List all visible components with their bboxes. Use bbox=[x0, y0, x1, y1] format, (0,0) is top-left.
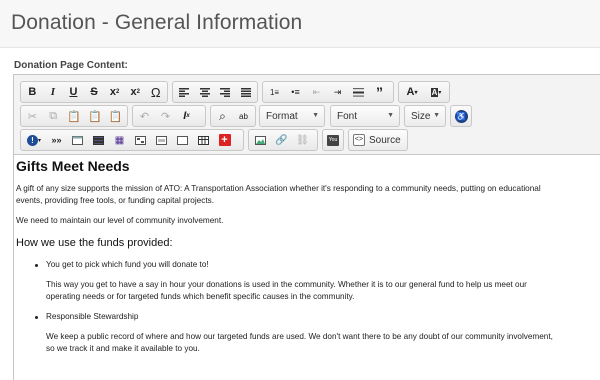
form-icon[interactable] bbox=[130, 130, 151, 150]
source-button[interactable]: <> Source bbox=[348, 129, 408, 151]
info-dropdown-icon[interactable]: ! ▾ bbox=[22, 130, 46, 150]
chevron-down-icon: ▼ bbox=[387, 112, 394, 119]
list-item-body-line2: so we track it and make it available to … bbox=[46, 344, 200, 353]
subscript-icon[interactable]: x2 bbox=[104, 82, 125, 102]
table-icon[interactable] bbox=[193, 130, 214, 150]
find-group: ⌕ ab bbox=[210, 105, 256, 127]
format-dropdown[interactable]: Format ▼ bbox=[259, 105, 325, 127]
undo-group: ↶ ↷ Ix bbox=[132, 105, 206, 127]
align-left-icon[interactable] bbox=[174, 82, 195, 102]
superscript-icon[interactable]: x2 bbox=[125, 82, 146, 102]
list-item-body-line2: operating needs or for targeted funds wh… bbox=[46, 292, 355, 301]
size-dropdown-label: Size bbox=[411, 110, 431, 122]
color-group: A ▾ A ▾ bbox=[398, 81, 450, 103]
page-icon[interactable] bbox=[172, 130, 193, 150]
redo-icon[interactable]: ↷ bbox=[155, 106, 176, 126]
image-icon[interactable] bbox=[250, 130, 271, 150]
remove-format-icon[interactable]: Ix bbox=[176, 106, 197, 126]
list-bullet bbox=[35, 264, 38, 267]
strikethrough-icon[interactable]: S bbox=[84, 82, 105, 102]
list-bullet bbox=[35, 316, 38, 319]
basic-styles-group: B I U S x2 x2 Ω bbox=[20, 81, 168, 103]
rich-text-editor[interactable]: B I U S x2 x2 Ω 1≡ •≡ ⇤ ⇥ ” A ▾ A ▾ ✂ ⧉ … bbox=[13, 74, 600, 380]
accessibility-group: ♿ bbox=[450, 105, 472, 127]
text-color-icon[interactable]: A ▾ bbox=[400, 82, 424, 102]
paste-text-icon[interactable]: 📋 bbox=[84, 106, 105, 126]
page-title: Donation - General Information bbox=[11, 11, 303, 34]
font-dropdown-label: Font bbox=[337, 110, 358, 122]
list-group: 1≡ •≡ ⇤ ⇥ ” bbox=[262, 81, 394, 103]
align-center-icon[interactable] bbox=[195, 82, 216, 102]
list-item-title: You get to pick which fund you will dona… bbox=[46, 260, 209, 269]
size-dropdown[interactable]: Size ▼ bbox=[404, 105, 446, 127]
link-icon[interactable]: 🔗 bbox=[271, 130, 292, 150]
cut-icon[interactable]: ✂ bbox=[22, 106, 43, 126]
intro-text-line1: A gift of any size supports the mission … bbox=[16, 184, 541, 193]
list-item-title: Responsible Stewardship bbox=[46, 312, 139, 321]
involvement-text: We need to maintain our level of communi… bbox=[16, 216, 224, 225]
alignment-group bbox=[172, 81, 258, 103]
media-group: 🔗 ⛓ bbox=[248, 129, 318, 151]
iframe-icon[interactable] bbox=[67, 130, 88, 150]
grid-icon[interactable]: ▦ bbox=[109, 130, 130, 150]
list-item-body-line1: This way you get to have a say in hour y… bbox=[46, 280, 527, 289]
youtube-group: You bbox=[322, 129, 344, 151]
replace-icon[interactable]: ab bbox=[233, 106, 254, 126]
intro-text-line2: events, providing free tools, or funding… bbox=[16, 196, 214, 205]
show-blocks-icon[interactable]: »» bbox=[46, 130, 67, 150]
template-icon[interactable] bbox=[88, 130, 109, 150]
indent-icon[interactable]: ⇥ bbox=[327, 82, 348, 102]
paste-word-icon[interactable]: 📋 bbox=[105, 106, 126, 126]
page-header: Donation - General Information bbox=[0, 0, 600, 48]
content-subheading: How we use the funds provided: bbox=[16, 237, 173, 249]
plus-icon[interactable]: + bbox=[214, 130, 235, 150]
align-right-icon[interactable] bbox=[215, 82, 236, 102]
font-dropdown[interactable]: Font ▼ bbox=[330, 105, 400, 127]
blockquote-icon[interactable]: ” bbox=[369, 82, 390, 102]
source-code-icon: <> bbox=[353, 134, 365, 146]
content-heading: Gifts Meet Needs bbox=[16, 158, 130, 174]
field-label: Donation Page Content: bbox=[14, 60, 128, 71]
special-char-icon[interactable]: Ω bbox=[145, 82, 166, 102]
justify-icon[interactable] bbox=[236, 82, 257, 102]
accessibility-checker-icon[interactable]: ♿ bbox=[452, 106, 470, 126]
italic-icon[interactable]: I bbox=[43, 82, 64, 102]
numbered-list-icon[interactable]: 1≡ bbox=[264, 82, 285, 102]
outdent-icon[interactable]: ⇤ bbox=[306, 82, 327, 102]
unlink-icon[interactable]: ⛓ bbox=[292, 130, 313, 150]
find-icon[interactable]: ⌕ bbox=[212, 106, 233, 126]
div-container-icon[interactable] bbox=[151, 130, 172, 150]
bulleted-list-icon[interactable]: •≡ bbox=[285, 82, 306, 102]
list-item-body-line1: We keep a public record of where and how… bbox=[46, 332, 553, 341]
bold-icon[interactable]: B bbox=[22, 82, 43, 102]
horizontal-rule-icon[interactable] bbox=[348, 82, 369, 102]
underline-icon[interactable]: U bbox=[63, 82, 84, 102]
clipboard-group: ✂ ⧉ 📋 📋 📋 bbox=[20, 105, 128, 127]
source-button-label: Source bbox=[369, 134, 401, 146]
video-icon[interactable]: You bbox=[324, 130, 342, 150]
paste-icon[interactable]: 📋 bbox=[64, 106, 85, 126]
copy-icon[interactable]: ⧉ bbox=[43, 106, 64, 126]
editor-toolbar: B I U S x2 x2 Ω 1≡ •≡ ⇤ ⇥ ” A ▾ A ▾ ✂ ⧉ … bbox=[14, 75, 600, 155]
chevron-down-icon: ▼ bbox=[312, 112, 319, 119]
background-color-icon[interactable]: A ▾ bbox=[424, 82, 448, 102]
undo-icon[interactable]: ↶ bbox=[134, 106, 155, 126]
format-dropdown-label: Format bbox=[266, 110, 298, 122]
chevron-down-icon: ▼ bbox=[433, 112, 440, 119]
insert-group: ! ▾ »» ▦ + bbox=[20, 129, 244, 151]
